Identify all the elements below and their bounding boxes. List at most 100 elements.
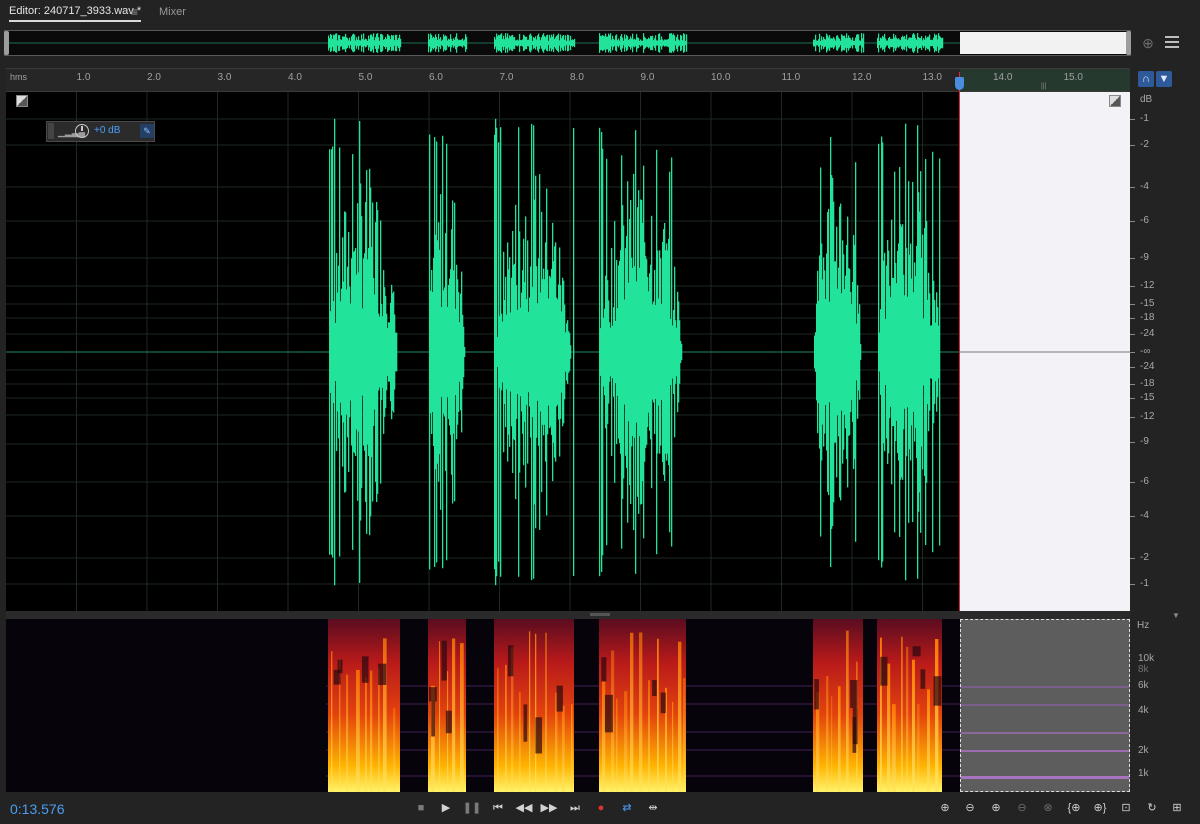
db-scale-tick (1130, 187, 1135, 188)
corner-toggle-right-icon[interactable] (1109, 95, 1121, 107)
waveform-svg (6, 92, 1130, 611)
db-scale-tick (1130, 145, 1135, 146)
hz-scale-label: 8k (1138, 664, 1149, 675)
zoom-in-right-icon[interactable]: ⊕} (1091, 799, 1109, 817)
db-scale-label: -9 (1140, 252, 1149, 263)
db-scale-tick (1130, 558, 1135, 559)
zoom-reset-icon[interactable]: ↻ (1143, 799, 1161, 817)
panel-menu-icon[interactable] (1165, 36, 1179, 49)
ruler-tick-label: 3.0 (217, 72, 232, 83)
selection-bands-svg (961, 686, 1129, 779)
db-scale-tick (1130, 516, 1135, 517)
db-scale-tick (1130, 398, 1135, 399)
zoom-navigator-icon[interactable]: ⊕ (1139, 32, 1157, 54)
db-scale-label: -4 (1140, 510, 1149, 521)
db-scale-title: dB (1140, 94, 1153, 105)
hz-scale-label: 2k (1138, 745, 1149, 756)
zoom-in-amplitude-icon[interactable]: ⊕ (936, 799, 954, 817)
db-scale-tick (1130, 584, 1135, 585)
db-scale-label: -24 (1140, 328, 1155, 339)
play-button[interactable]: ▶ (436, 799, 456, 817)
hz-scale-label: 1k (1138, 768, 1149, 779)
record-button[interactable]: ● (591, 799, 611, 817)
ruler-tick-label: 11.0 (781, 72, 801, 83)
skip-selection-button[interactable]: ⇹ (643, 799, 663, 817)
ruler-tick-label: 6.0 (429, 72, 443, 83)
volume-knob[interactable] (75, 124, 89, 138)
tab-editor[interactable]: Editor: 240717_3933.wav * (9, 5, 142, 22)
db-scale-tick (1130, 384, 1135, 385)
hz-scale-label: 6k (1138, 680, 1149, 691)
go-to-start-button[interactable]: ⏮ (488, 799, 508, 817)
pin-icon[interactable]: ✎ (140, 124, 154, 138)
zoom-to-selection-icon[interactable]: ⊡ (1117, 799, 1135, 817)
hz-scale-label: 4k (1138, 705, 1149, 716)
ruler-tick-label: 15.0 (1063, 72, 1083, 83)
db-scale-tick (1130, 417, 1135, 418)
ruler-grip-icon[interactable]: ||| (1041, 83, 1046, 90)
zoom-out-amplitude-icon[interactable]: ⊖ (961, 799, 979, 817)
zoom-out-time-icon[interactable]: ⊖ (1013, 799, 1031, 817)
zoom-selection-icon[interactable]: ⊞ (1168, 799, 1186, 817)
time-readout[interactable]: 0:13.576 (10, 801, 65, 817)
playhead-handle[interactable] (955, 77, 964, 90)
ruler-tick-label: 12.0 (852, 72, 872, 83)
ruler-tick-label: 2.0 (147, 72, 161, 83)
db-scale-label: -18 (1140, 378, 1155, 389)
collapse-icon[interactable]: ▼ (1172, 611, 1180, 620)
hud-grip[interactable] (48, 123, 54, 139)
ruler-tick-label: 14.0 (993, 72, 1013, 83)
fast-forward-button[interactable]: ▶▶ (539, 799, 559, 817)
db-scale-label: -4 (1140, 181, 1149, 192)
zoom-out-full-icon[interactable]: ⊗ (1039, 799, 1057, 817)
db-scale-label: -18 (1140, 312, 1155, 323)
db-scale-label: -6 (1140, 476, 1149, 487)
hz-scale-label: 10k (1138, 653, 1155, 664)
db-scale-tick (1130, 318, 1135, 319)
hz-scale-title: Hz (1137, 620, 1150, 631)
db-scale-tick (1130, 367, 1135, 368)
db-scale-tick (1130, 286, 1135, 287)
db-scale-label: -1 (1140, 113, 1149, 124)
volume-value[interactable]: +0 dB (94, 125, 120, 136)
overview-left-handle[interactable] (4, 31, 9, 55)
db-scale-tick (1130, 352, 1135, 353)
ruler-tick-label: 13.0 (922, 72, 942, 83)
hamburger-icon[interactable]: ≡ (131, 5, 138, 19)
loop-button[interactable]: ⇄ (617, 799, 637, 817)
db-scale-label: -∞ (1140, 346, 1151, 357)
spectral-selection[interactable] (960, 619, 1130, 792)
marker-pin-icon[interactable]: ▼ (1156, 71, 1172, 87)
db-scale-label: -2 (1140, 139, 1149, 150)
tab-mixer[interactable]: Mixer (159, 6, 186, 18)
ruler-tick-label: 8.0 (570, 72, 584, 83)
db-scale-label: -12 (1140, 280, 1155, 291)
ruler-tick-label: 9.0 (640, 72, 655, 83)
overview-waveform (6, 33, 960, 53)
db-scale-label: -15 (1140, 392, 1155, 403)
view-divider[interactable] (6, 611, 1130, 619)
rewind-button[interactable]: ◀◀ (514, 799, 534, 817)
db-scale-label: -1 (1140, 578, 1149, 589)
zoom-in-left-icon[interactable]: {⊕ (1065, 799, 1083, 817)
ruler-unit-label: hms (10, 72, 28, 82)
ruler-tick-label: 5.0 (358, 72, 373, 83)
db-scale-label: -9 (1140, 436, 1149, 447)
overview-unviewed-region (960, 32, 1127, 54)
db-scale-tick (1130, 482, 1135, 483)
overview-right-handle[interactable] (1126, 31, 1131, 55)
db-scale-label: -6 (1140, 215, 1149, 226)
corner-toggle-left-icon[interactable] (16, 95, 28, 107)
stop-button[interactable]: ■ (411, 799, 431, 817)
zoom-in-time-icon[interactable]: ⊕ (987, 799, 1005, 817)
snap-magnet-icon[interactable]: ∩ (1138, 71, 1154, 87)
go-to-end-button[interactable]: ⏭ (565, 799, 585, 817)
hz-scale: Hz 10k 8k 6k 4k 2k 1k (1130, 619, 1170, 792)
db-scale-tick (1130, 442, 1135, 443)
db-scale-tick (1130, 221, 1135, 222)
db-scale-tick (1130, 334, 1135, 335)
pause-button[interactable]: ❚❚ (462, 799, 482, 817)
ruler-tick-label: 7.0 (499, 72, 514, 83)
db-scale-label: -24 (1140, 361, 1155, 372)
divider-grip[interactable] (590, 613, 610, 616)
